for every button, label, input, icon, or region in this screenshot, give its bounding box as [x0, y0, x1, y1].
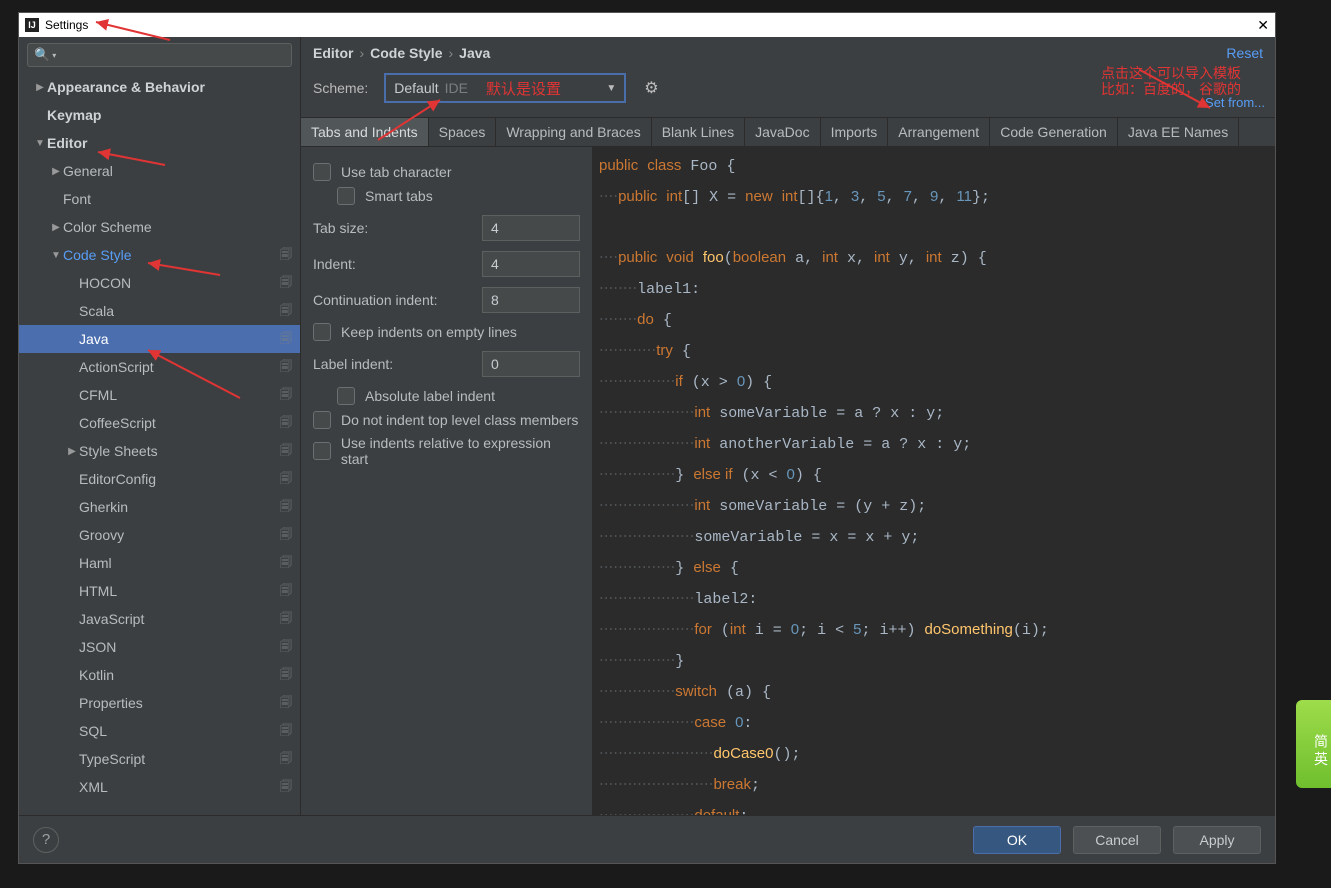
- help-button[interactable]: ?: [33, 827, 59, 853]
- ok-button[interactable]: OK: [973, 826, 1061, 854]
- folder-icon: 🗐: [280, 329, 292, 350]
- set-from-link[interactable]: Set from...: [1205, 95, 1265, 110]
- cancel-button[interactable]: Cancel: [1073, 826, 1161, 854]
- tree-item-coffeescript[interactable]: CoffeeScript🗐: [19, 409, 300, 437]
- main-panel: Editor› Code Style› Java Reset Scheme: D…: [301, 37, 1275, 815]
- tree-item-javascript[interactable]: JavaScript🗐: [19, 605, 300, 633]
- folder-icon: 🗐: [280, 637, 292, 658]
- tree-item-gherkin[interactable]: Gherkin🗐: [19, 493, 300, 521]
- tab-java-ee-names[interactable]: Java EE Names: [1118, 118, 1239, 146]
- tree-item-typescript[interactable]: TypeScript🗐: [19, 745, 300, 773]
- chevron-down-icon: ▾: [52, 51, 56, 60]
- tree-item-actionscript[interactable]: ActionScript🗐: [19, 353, 300, 381]
- titlebar: IJ Settings ✕: [19, 13, 1275, 37]
- folder-icon: 🗐: [280, 665, 292, 686]
- tab-tabs-and-indents[interactable]: Tabs and Indents: [301, 118, 429, 146]
- folder-icon: 🗐: [280, 721, 292, 742]
- tree-item-haml[interactable]: Haml🗐: [19, 549, 300, 577]
- reset-link[interactable]: Reset: [1226, 45, 1263, 61]
- tab-javadoc[interactable]: JavaDoc: [745, 118, 820, 146]
- indent-form: Use tab character Smart tabs Tab size: I…: [301, 147, 593, 815]
- folder-icon: 🗐: [280, 273, 292, 294]
- folder-icon: 🗐: [280, 581, 292, 602]
- app-icon: IJ: [25, 18, 39, 32]
- checkbox[interactable]: [313, 411, 331, 429]
- folder-icon: 🗐: [280, 413, 292, 434]
- folder-icon: 🗐: [280, 301, 292, 322]
- code-preview: public class Foo { ⋅⋅⋅⋅public int[] X = …: [593, 147, 1275, 815]
- label-indent-input[interactable]: [482, 351, 580, 377]
- close-icon[interactable]: ✕: [1257, 17, 1269, 34]
- crumb-0: Editor: [313, 45, 353, 61]
- folder-icon: 🗐: [280, 245, 292, 266]
- tree-item-cfml[interactable]: CFML🗐: [19, 381, 300, 409]
- tree-item-xml[interactable]: XML🗐: [19, 773, 300, 801]
- continuation-input[interactable]: [482, 287, 580, 313]
- search-input[interactable]: 🔍▾: [27, 43, 292, 67]
- tab-wrapping-and-braces[interactable]: Wrapping and Braces: [496, 118, 651, 146]
- indent-input[interactable]: [482, 251, 580, 277]
- tree-item-java[interactable]: Java🗐: [19, 325, 300, 353]
- tree-item-keymap[interactable]: Keymap: [19, 101, 300, 129]
- dialog-footer: ? OK Cancel Apply: [19, 815, 1275, 863]
- folder-icon: 🗐: [280, 749, 292, 770]
- scheme-select[interactable]: Default IDE 默认是设置 ▼: [384, 73, 626, 103]
- chevron-down-icon: ▼: [606, 83, 616, 94]
- tree-item-properties[interactable]: Properties🗐: [19, 689, 300, 717]
- tree-item-hocon[interactable]: HOCON🗐: [19, 269, 300, 297]
- checkbox[interactable]: [337, 387, 355, 405]
- checkbox[interactable]: [337, 187, 355, 205]
- tree-item-appearance-behavior[interactable]: ▶Appearance & Behavior: [19, 73, 300, 101]
- tree-item-scala[interactable]: Scala🗐: [19, 297, 300, 325]
- checkbox[interactable]: [313, 442, 331, 460]
- tree-item-kotlin[interactable]: Kotlin🗐: [19, 661, 300, 689]
- crumb-2: Java: [459, 45, 490, 61]
- crumb-1: Code Style: [370, 45, 442, 61]
- tree-item-json[interactable]: JSON🗐: [19, 633, 300, 661]
- ime-badge[interactable]: 简 英: [1296, 700, 1331, 788]
- settings-dialog: IJ Settings ✕ 🔍▾ ▶Appearance & BehaviorK…: [18, 12, 1276, 864]
- sidebar: 🔍▾ ▶Appearance & BehaviorKeymap▼Editor▶G…: [19, 37, 301, 815]
- tree-item-sql[interactable]: SQL🗐: [19, 717, 300, 745]
- tree-item-code-style[interactable]: ▼Code Style🗐: [19, 241, 300, 269]
- window-title: Settings: [45, 18, 88, 32]
- settings-tree: ▶Appearance & BehaviorKeymap▼Editor▶Gene…: [19, 73, 300, 815]
- tab-spaces[interactable]: Spaces: [429, 118, 497, 146]
- folder-icon: 🗐: [280, 357, 292, 378]
- breadcrumb: Editor› Code Style› Java Reset: [301, 37, 1275, 69]
- folder-icon: 🗐: [280, 497, 292, 518]
- folder-icon: 🗐: [280, 525, 292, 546]
- annotation-text: 点击这个可以导入模板比如：百度的，谷歌的: [1101, 65, 1241, 97]
- folder-icon: 🗐: [280, 693, 292, 714]
- tab-blank-lines[interactable]: Blank Lines: [652, 118, 745, 146]
- search-icon: 🔍: [34, 47, 50, 63]
- tree-item-editorconfig[interactable]: EditorConfig🗐: [19, 465, 300, 493]
- tab-arrangement[interactable]: Arrangement: [888, 118, 990, 146]
- tree-item-groovy[interactable]: Groovy🗐: [19, 521, 300, 549]
- apply-button[interactable]: Apply: [1173, 826, 1261, 854]
- folder-icon: 🗐: [280, 777, 292, 798]
- scheme-label: Scheme:: [313, 80, 368, 96]
- tree-item-font[interactable]: Font: [19, 185, 300, 213]
- tree-item-color-scheme[interactable]: ▶Color Scheme: [19, 213, 300, 241]
- folder-icon: 🗐: [280, 609, 292, 630]
- folder-icon: 🗐: [280, 553, 292, 574]
- folder-icon: 🗐: [280, 441, 292, 462]
- folder-icon: 🗐: [280, 385, 292, 406]
- tab-imports[interactable]: Imports: [821, 118, 889, 146]
- tabs: Tabs and IndentsSpacesWrapping and Brace…: [301, 117, 1275, 147]
- checkbox[interactable]: [313, 323, 331, 341]
- tree-item-editor[interactable]: ▼Editor: [19, 129, 300, 157]
- tab-size-input[interactable]: [482, 215, 580, 241]
- tree-item-html[interactable]: HTML🗐: [19, 577, 300, 605]
- folder-icon: 🗐: [280, 469, 292, 490]
- checkbox[interactable]: [313, 163, 331, 181]
- tab-code-generation[interactable]: Code Generation: [990, 118, 1118, 146]
- gear-icon[interactable]: ⚙: [644, 78, 658, 98]
- tree-item-general[interactable]: ▶General: [19, 157, 300, 185]
- tree-item-style-sheets[interactable]: ▶Style Sheets🗐: [19, 437, 300, 465]
